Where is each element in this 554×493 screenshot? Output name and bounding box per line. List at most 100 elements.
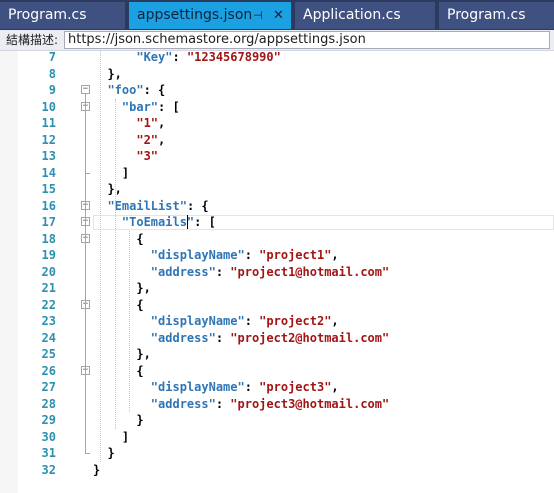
json-string: "12345678990" <box>186 51 281 64</box>
code-line[interactable]: 9 − "foo": { <box>0 82 554 99</box>
code-line[interactable]: 31 } <box>0 445 554 462</box>
code-line[interactable]: 23 "displayName": "project2", <box>0 313 554 330</box>
code-line[interactable]: 26− { <box>0 363 554 380</box>
json-punctuation: : <box>215 396 231 411</box>
tab-program-cs-2[interactable]: Program.cs <box>439 2 554 29</box>
json-key: "EmailList" <box>107 198 187 213</box>
line-number: 30 <box>41 429 56 444</box>
tab-application-cs[interactable]: Application.cs <box>295 2 435 29</box>
json-punctuation: : <box>244 380 260 394</box>
code-line[interactable]: 27 "displayName": "project3", <box>0 379 554 396</box>
outline-region-line <box>85 127 86 173</box>
json-punctuation: : { <box>186 198 209 213</box>
code-text: "EmailList": { <box>93 198 209 215</box>
code-line[interactable]: 24 "address": "project2@hotmail.com" <box>0 330 554 347</box>
code-line[interactable]: 25 }, <box>0 346 554 363</box>
json-punctuation: }, <box>136 347 151 361</box>
code-line[interactable]: 22− { <box>0 297 554 314</box>
json-string: "project2" <box>259 314 332 328</box>
code-line[interactable]: 19 "displayName": "project1", <box>0 247 554 264</box>
line-number: 27 <box>41 380 56 394</box>
code-line[interactable]: 29 } <box>0 412 554 429</box>
indent-guide <box>100 51 102 462</box>
indent-guide <box>129 230 131 412</box>
json-punctuation: , <box>158 132 166 147</box>
json-punctuation: : <box>172 51 187 64</box>
tab-program-cs[interactable]: Program.cs <box>0 2 125 29</box>
code-text: "foo": { <box>93 82 165 99</box>
collapse-region-icon[interactable]: − <box>81 85 90 94</box>
json-string: "project3@hotmail.com" <box>230 396 390 411</box>
line-number: 21 <box>41 281 56 295</box>
json-string: "project2@hotmail.com" <box>230 330 390 345</box>
code-text: "3" <box>93 148 158 165</box>
json-string: "2" <box>136 132 159 147</box>
code-line[interactable]: 18− { <box>0 231 554 248</box>
code-line[interactable]: 16− "EmailList": { <box>0 198 554 215</box>
code-text: "address": "project3@hotmail.com" <box>93 396 389 413</box>
code-line[interactable]: 20 "address": "project1@hotmail.com" <box>0 264 554 281</box>
schema-label: 結構描述: <box>6 33 59 47</box>
code-line[interactable]: 11 "1", <box>0 115 554 132</box>
schema-url-field[interactable]: https://json.schemastore.org/appsettings… <box>64 31 550 49</box>
line-number: 17 <box>41 215 56 229</box>
tab-label: appsettings.json <box>137 7 253 23</box>
json-string: "project1" <box>259 248 332 262</box>
code-text: "2", <box>93 132 165 149</box>
tab-appsettings-json[interactable]: appsettings.json ⊣ ✕ <box>129 2 291 29</box>
line-number: 25 <box>41 347 56 361</box>
json-key: "displayName" <box>150 314 245 328</box>
code-line[interactable]: 13 "3" <box>0 148 554 165</box>
code-line[interactable]: 28 "address": "project3@hotmail.com" <box>0 396 554 413</box>
code-text: "Key": "12345678990" <box>93 51 281 66</box>
code-line[interactable]: 30 ] <box>0 429 554 446</box>
schema-bar: 結構描述: https://json.schemastore.org/appse… <box>0 30 554 51</box>
tab-label: Program.cs <box>8 7 87 23</box>
code-line[interactable]: 8 }, <box>0 66 554 83</box>
json-key: "displayName" <box>150 248 245 262</box>
pin-icon[interactable]: ⊣ <box>253 2 263 29</box>
line-number: 32 <box>41 462 56 477</box>
line-number: 8 <box>48 66 56 81</box>
code-line[interactable]: 21 }, <box>0 280 554 297</box>
json-punctuation: , <box>331 248 339 262</box>
json-string: "project1@hotmail.com" <box>230 264 390 279</box>
code-line[interactable]: 7 "Key": "12345678990" <box>0 51 554 66</box>
json-punctuation: { <box>136 297 144 312</box>
line-number: 16 <box>41 198 56 213</box>
json-punctuation: }, <box>136 281 151 295</box>
code-text: }, <box>93 66 122 83</box>
json-punctuation: : [ <box>194 215 216 229</box>
json-punctuation: : <box>215 264 231 279</box>
line-number: 29 <box>41 413 56 427</box>
tab-label: Program.cs <box>447 7 526 23</box>
line-number: 19 <box>41 248 56 262</box>
line-number: 13 <box>41 149 56 163</box>
line-number: 10 <box>41 99 56 114</box>
code-text: }, <box>93 181 121 198</box>
code-line[interactable]: 10− "bar": [ <box>0 99 554 116</box>
code-editor[interactable]: 7 "Key": "12345678990" 8 }, 9− "foo": {10−… <box>0 51 554 493</box>
line-number: 14 <box>41 165 56 180</box>
code-line[interactable]: 12 "2", <box>0 132 554 149</box>
code-text: "bar": [ <box>93 99 180 116</box>
json-key: "address" <box>150 396 216 411</box>
json-punctuation: { <box>136 231 144 246</box>
line-number: 18 <box>41 231 56 246</box>
json-punctuation: , <box>331 314 339 328</box>
json-punctuation: : <box>244 314 260 328</box>
json-punctuation: } <box>136 413 144 427</box>
code-line[interactable]: 14 ] <box>0 165 554 182</box>
outline-region-line <box>85 226 86 453</box>
line-number: 23 <box>41 314 56 328</box>
code-line[interactable]: 32} <box>0 462 554 479</box>
json-punctuation: }, <box>107 66 122 81</box>
line-number: 24 <box>41 330 56 345</box>
outline-region-end <box>85 172 90 174</box>
code-line[interactable]: 15 }, <box>0 181 554 198</box>
line-number: 28 <box>41 396 56 411</box>
code-line[interactable]: 17− "ToEmails": [ <box>0 214 554 231</box>
close-icon[interactable]: ✕ <box>273 2 284 29</box>
line-number: 20 <box>41 264 56 279</box>
json-key: "Key" <box>136 51 173 64</box>
